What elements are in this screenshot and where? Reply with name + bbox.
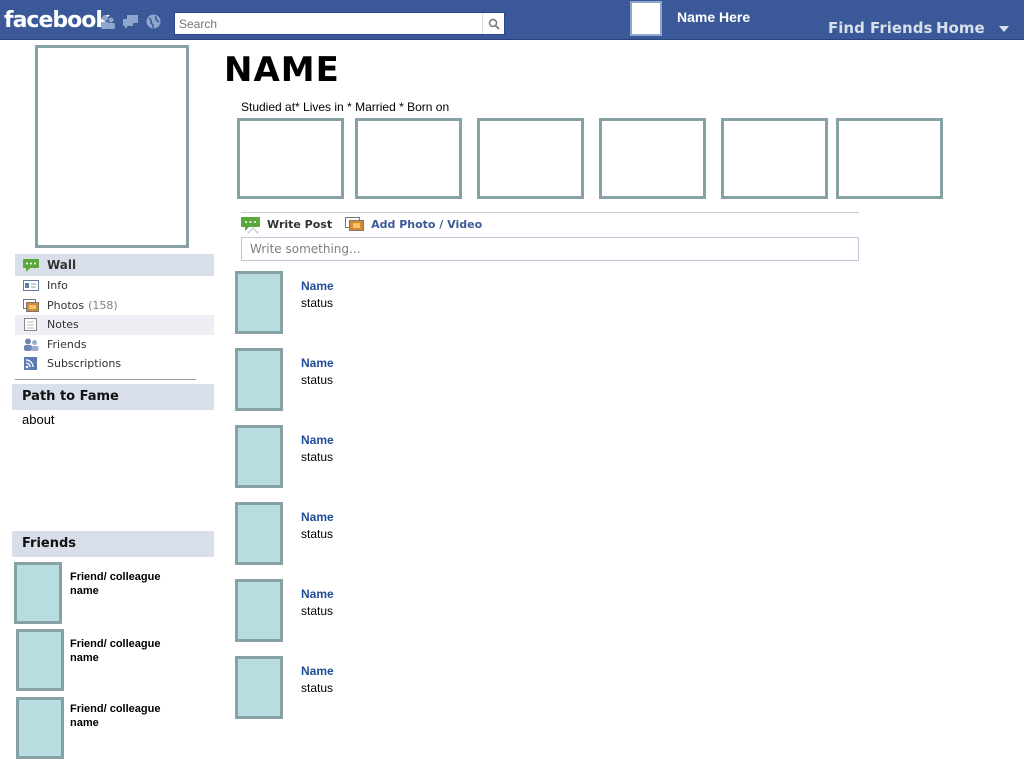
feed-story: Name status — [235, 271, 835, 334]
search-button[interactable] — [482, 13, 504, 34]
photo-thumbnail[interactable] — [836, 118, 943, 199]
story-status: status — [301, 604, 334, 618]
nav-item-info[interactable]: Info — [15, 276, 214, 296]
notifications-globe-icon[interactable] — [146, 14, 161, 29]
story-avatar[interactable] — [235, 425, 283, 488]
facebook-logo[interactable]: facebook — [4, 8, 110, 33]
story-avatar[interactable] — [235, 656, 283, 719]
search-box — [174, 12, 505, 35]
rss-icon — [24, 357, 37, 371]
wall-speech-bubble-icon — [23, 258, 39, 272]
nav-item-subscriptions[interactable]: Subscriptions — [15, 354, 214, 374]
nav-label-wall: Wall — [47, 258, 77, 272]
nav-label-subscriptions: Subscriptions — [47, 357, 122, 371]
friends-box-header[interactable]: Friends — [12, 531, 214, 557]
nav-label-info: Info — [47, 279, 68, 293]
messages-icon[interactable] — [123, 14, 138, 29]
story-author-link[interactable]: Name — [301, 279, 334, 293]
nav-divider — [15, 378, 196, 380]
user-name-link[interactable]: Name Here — [677, 9, 750, 25]
feed-story: Name status — [235, 502, 835, 565]
write-post-label: Write Post — [267, 217, 333, 231]
photos-count: (158) — [88, 298, 118, 312]
story-status: status — [301, 450, 334, 464]
notes-icon — [24, 318, 37, 332]
friend-name[interactable]: Friend/ colleague name — [70, 702, 180, 730]
user-avatar[interactable] — [630, 1, 662, 36]
friend-avatar[interactable] — [16, 697, 64, 759]
photo-thumbnail[interactable] — [237, 118, 344, 199]
account-menu-arrow-icon[interactable] — [999, 26, 1009, 32]
story-author-link[interactable]: Name — [301, 356, 334, 370]
friends-icon — [24, 338, 39, 351]
jewel-icons — [100, 14, 161, 29]
nav-label-photos: Photos — [47, 298, 85, 312]
feed-story: Name status — [235, 425, 835, 488]
story-author-link[interactable]: Name — [301, 433, 334, 447]
nav-item-photos[interactable]: Photos (158) — [15, 296, 214, 316]
friend-card[interactable]: Friend/ colleague name — [16, 629, 216, 691]
story-status: status — [301, 373, 334, 387]
photo-thumbnail[interactable] — [355, 118, 462, 199]
story-author-link[interactable]: Name — [301, 587, 334, 601]
story-avatar[interactable] — [235, 348, 283, 411]
nav-label-notes: Notes — [47, 318, 79, 332]
story-avatar[interactable] — [235, 502, 283, 565]
friend-name[interactable]: Friend/ colleague name — [70, 570, 180, 598]
friend-requests-icon[interactable] — [100, 14, 115, 29]
nav-label-friends: Friends — [47, 337, 87, 351]
search-icon — [488, 18, 500, 30]
feed-story: Name status — [235, 579, 835, 642]
info-card-icon — [23, 280, 39, 292]
home-link[interactable]: Home — [936, 19, 985, 37]
nav-item-notes[interactable]: Notes — [15, 315, 214, 335]
nav-item-wall[interactable]: Wall — [15, 254, 214, 276]
photos-icon — [23, 298, 39, 312]
profile-name-heading: NAME — [224, 50, 340, 90]
photo-thumbnail[interactable] — [599, 118, 706, 199]
add-photo-video-label: Add Photo / Video — [371, 217, 483, 231]
story-status: status — [301, 681, 334, 695]
photo-thumbnail[interactable] — [721, 118, 828, 199]
friend-name[interactable]: Friend/ colleague name — [70, 637, 180, 665]
story-author-link[interactable]: Name — [301, 510, 334, 524]
add-photo-icon — [345, 217, 365, 231]
feed-story: Name status — [235, 656, 835, 719]
friend-card[interactable]: Friend/ colleague name — [14, 562, 214, 624]
tab-add-photo-video[interactable]: Add Photo / Video — [345, 217, 482, 231]
composer-tabs: Write Post Add Photo / Video — [241, 214, 495, 234]
about-text: about — [22, 412, 55, 427]
story-author-link[interactable]: Name — [301, 664, 334, 678]
profile-info-line: Studied at* Lives in * Married * Born on — [241, 100, 450, 114]
story-status: status — [301, 296, 334, 310]
feed-story: Name status — [235, 348, 835, 411]
nav-item-friends[interactable]: Friends — [15, 335, 214, 355]
photo-thumbnail[interactable] — [477, 118, 584, 199]
search-input[interactable] — [175, 13, 482, 34]
status-input[interactable] — [241, 237, 859, 261]
find-friends-link[interactable]: Find Friends — [828, 19, 932, 37]
story-avatar[interactable] — [235, 271, 283, 334]
profile-nav: Wall Info Photos (158) Notes Friends Sub… — [15, 254, 214, 380]
friend-card[interactable]: Friend/ colleague name — [16, 697, 216, 759]
story-avatar[interactable] — [235, 579, 283, 642]
profile-picture[interactable] — [35, 45, 189, 248]
friend-avatar[interactable] — [16, 629, 64, 691]
friend-avatar[interactable] — [14, 562, 62, 624]
top-bar: facebook Name Here Find Friends Home — [0, 0, 1024, 40]
path-to-fame-header: Path to Fame — [12, 384, 214, 410]
composer-divider — [241, 212, 859, 213]
story-status: status — [301, 527, 334, 541]
